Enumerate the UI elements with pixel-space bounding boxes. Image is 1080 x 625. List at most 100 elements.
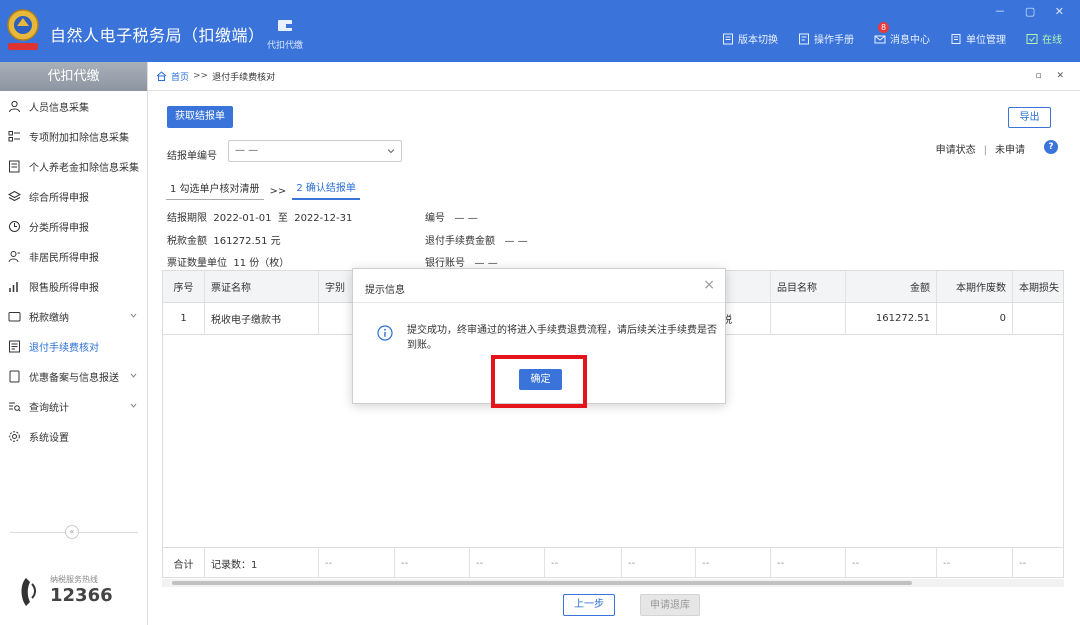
person-outline-icon: [8, 250, 20, 262]
footer-dash: --: [470, 548, 545, 577]
unit-management-label: 单位管理: [966, 35, 1006, 46]
dialog-close-button[interactable]: ×: [703, 277, 715, 293]
row-voided: 0: [937, 303, 1013, 334]
previous-step-button[interactable]: 上一步: [563, 594, 615, 616]
home-icon: [156, 71, 167, 81]
tax-amount: 税款金额 161272.51 元: [167, 232, 281, 247]
report-code-value: — —: [454, 213, 478, 224]
report-number-value: — —: [235, 145, 259, 156]
report-period-from: 2022-01-01: [213, 213, 272, 224]
message-count-badge: 8: [878, 22, 890, 33]
chevron-down-icon: [130, 403, 137, 408]
document-icon: [799, 33, 809, 44]
sidebar: 代扣代缴 人员信息采集 专项附加扣除信息采集 个人养老金扣除信息采集 综合所得申…: [0, 62, 148, 625]
message-center-button[interactable]: 8 消息中心: [874, 22, 930, 46]
clock-icon: [9, 220, 20, 232]
footer-dash: --: [622, 548, 696, 577]
col-ticket-name: 票证名称: [205, 271, 319, 302]
ticket-unit-value: 11 份（枚）: [233, 258, 290, 269]
tax-bureau-emblem-icon: [7, 9, 39, 50]
version-switch-button[interactable]: 版本切换: [722, 31, 778, 46]
sidebar-item-person-info[interactable]: 人员信息采集: [0, 91, 147, 121]
apply-refund-button[interactable]: 申请退库: [640, 594, 700, 616]
manual-label: 操作手册: [814, 35, 854, 46]
folder-icon: [8, 311, 21, 321]
top-actions: 版本切换 操作手册 8 消息中心 单位管理 在线: [722, 22, 1062, 46]
step-separator: >>: [269, 186, 287, 197]
proxy-deduct-button[interactable]: 代扣代缴: [260, 18, 310, 51]
collapse-sidebar-button[interactable]: «: [65, 525, 79, 539]
footer-total-label: 合计: [163, 548, 205, 577]
list-icon: [8, 130, 20, 141]
breadcrumb: 首页 >> 退付手续费核对 ▫ ✕: [148, 62, 1080, 91]
chevron-down-icon: [387, 149, 395, 154]
sidebar-item-label: 分类所得申报: [29, 222, 89, 234]
breadcrumb-current: 退付手续费核对: [212, 72, 276, 83]
breadcrumb-separator: >>: [193, 71, 209, 81]
layers-icon: [8, 190, 21, 201]
row-index: 1: [163, 303, 205, 334]
sidebar-item-label: 专项附加扣除信息采集: [29, 132, 129, 144]
bar-chart-icon: [9, 281, 18, 292]
sidebar-item-label: 人员信息采集: [29, 102, 89, 114]
status-separator: |: [983, 145, 987, 156]
gear-icon: [9, 430, 20, 442]
status-label: 申请状态: [935, 145, 976, 156]
refund-fee-label: 退付手续费金额: [425, 236, 495, 247]
building-icon: [951, 33, 961, 44]
step-select-register[interactable]: 1 勾选单户核对清册: [166, 180, 264, 200]
tax-amount-value: 161272.51 元: [213, 236, 281, 247]
online-status[interactable]: 在线: [1026, 31, 1062, 46]
app-title: 自然人电子税务局（扣缴端）: [50, 26, 265, 45]
report-period: 结报期限 2022-01-01 至 2022-12-31: [167, 209, 352, 224]
sidebar-item-comprehensive-income[interactable]: 综合所得申报: [0, 181, 147, 211]
report-period-to-word: 至: [277, 213, 288, 224]
window-controls[interactable]: － ▢ ✕: [994, 3, 1072, 19]
report-code-label: 编号: [425, 213, 445, 224]
fetch-report-button[interactable]: 获取结报单: [167, 106, 233, 128]
sidebar-item-preferential-filing[interactable]: 优惠备案与信息报送: [0, 361, 147, 391]
col-loss: 本期损失: [1013, 271, 1063, 302]
sidebar-item-label: 查询统计: [29, 402, 69, 414]
report-number-select[interactable]: — —: [228, 140, 402, 162]
col-item-name: 品目名称: [771, 271, 846, 302]
online-label: 在线: [1042, 35, 1062, 46]
step-confirm-report[interactable]: 2 确认结报单: [292, 179, 360, 200]
tab-window-controls[interactable]: ▫ ✕: [1035, 71, 1070, 81]
col-index: 序号: [163, 271, 205, 302]
sidebar-item-restricted-stock[interactable]: 限售股所得申报: [0, 271, 147, 301]
dialog-message: 提交成功，终审通过的将进入手续费退费流程，请后续关注手续费是否到账。: [407, 325, 717, 351]
manual-button[interactable]: 操作手册: [798, 31, 854, 46]
sidebar-item-tax-payment[interactable]: 税款缴纳: [0, 301, 147, 331]
message-center-label: 消息中心: [890, 35, 930, 46]
unit-management-button[interactable]: 单位管理: [950, 31, 1006, 46]
sidebar-item-label: 税款缴纳: [29, 312, 69, 324]
top-header: 自然人电子税务局（扣缴端） 代扣代缴 － ▢ ✕ 版本切换 操作手册 8 消息中…: [0, 0, 1080, 62]
export-button[interactable]: 导出: [1008, 107, 1051, 128]
sidebar-item-label: 优惠备案与信息报送: [29, 372, 119, 384]
help-icon[interactable]: ?: [1044, 140, 1058, 154]
ticket-unit: 票证数量单位 11 份（枚）: [167, 254, 289, 269]
footer-dash: --: [696, 548, 771, 577]
sidebar-item-special-deduction[interactable]: 专项附加扣除信息采集: [0, 121, 147, 151]
sidebar-item-query-stats[interactable]: 查询统计: [0, 391, 147, 421]
sidebar-item-system-settings[interactable]: 系统设置: [0, 421, 147, 451]
breadcrumb-home-link[interactable]: 首页: [171, 70, 189, 83]
scrollbar-thumb[interactable]: [172, 581, 912, 585]
report-period-to: 2022-12-31: [294, 213, 353, 224]
row-ticket-name: 税收电子缴款书: [205, 303, 319, 334]
file-icon: [723, 33, 733, 44]
sidebar-item-refund-fee-check[interactable]: 退付手续费核对: [0, 331, 147, 361]
sidebar-collapse-divider: «: [10, 525, 138, 539]
report-period-label: 结报期限: [167, 213, 207, 224]
sidebar-item-pension-deduction[interactable]: 个人养老金扣除信息采集: [0, 151, 147, 181]
col-amount: 金额: [846, 271, 937, 302]
person-icon: [9, 100, 20, 112]
sidebar-item-label: 综合所得申报: [29, 192, 89, 204]
sidebar-item-nonresident-income[interactable]: 非居民所得申报: [0, 241, 147, 271]
search-list-icon: [9, 402, 21, 412]
sidebar-item-classified-income[interactable]: 分类所得申报: [0, 211, 147, 241]
form-icon: [9, 160, 20, 172]
wallet-icon: [278, 20, 292, 31]
horizontal-scrollbar[interactable]: [162, 579, 1064, 587]
